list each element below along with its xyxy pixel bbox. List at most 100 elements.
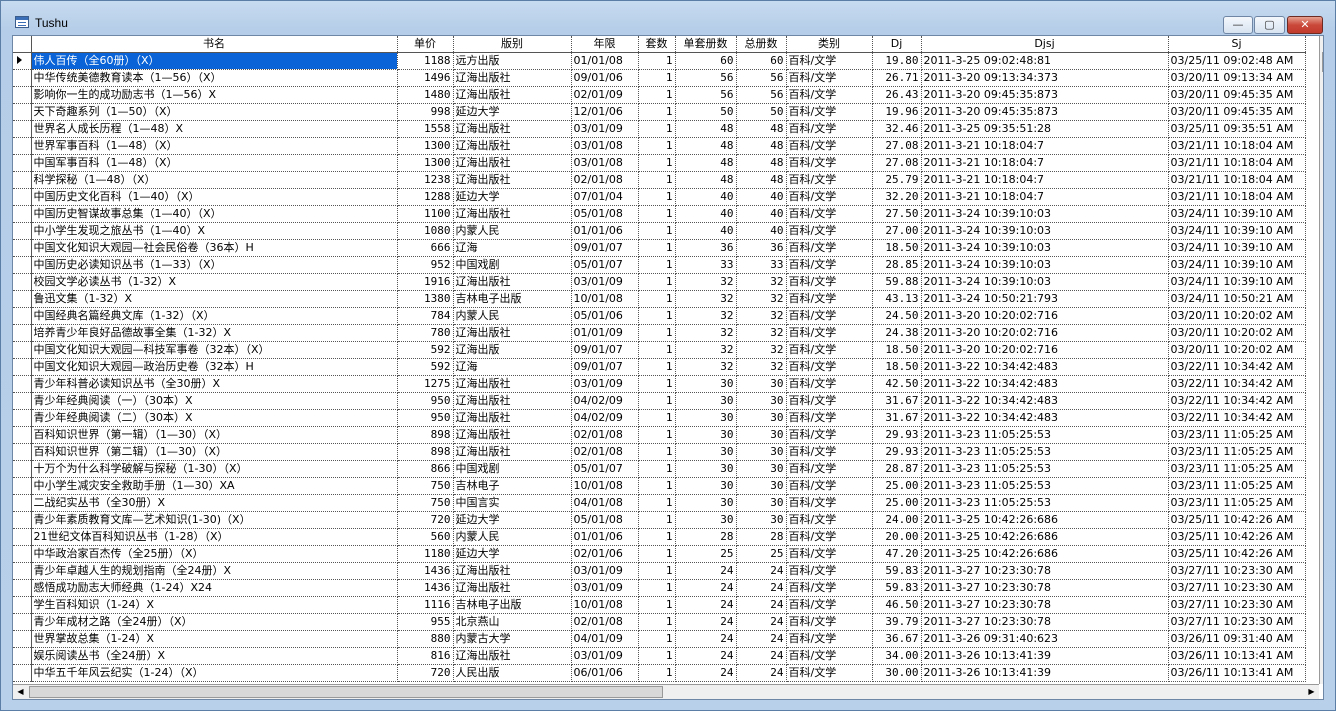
- row-indicator[interactable]: [13, 103, 32, 121]
- table-cell[interactable]: 32.20: [872, 188, 922, 206]
- table-cell[interactable]: 辽海出版社: [453, 562, 572, 580]
- table-row[interactable]: 百科知识世界（第一辑）（1—30）（X） 898 辽海出版社 02/01/08 1 30 3…: [13, 426, 1306, 444]
- table-cell[interactable]: 03/21/11 10:18:04 AM: [1168, 137, 1306, 155]
- table-cell[interactable]: 24: [675, 596, 737, 614]
- table-cell[interactable]: 人民出版: [453, 664, 572, 682]
- table-cell[interactable]: 04/01/08: [571, 494, 639, 512]
- table-cell[interactable]: 学生百科知识（1-24）X: [31, 596, 398, 614]
- table-cell[interactable]: 2011-3-24 10:50:21:793: [921, 290, 1169, 308]
- row-indicator[interactable]: [13, 52, 32, 70]
- table-cell[interactable]: 30: [736, 426, 787, 444]
- table-cell[interactable]: 59.83: [872, 579, 922, 597]
- table-cell[interactable]: 2011-3-25 10:42:26:686: [921, 545, 1169, 563]
- table-cell[interactable]: 青少年素质教育文库—艺术知识(1-30)（X）: [31, 511, 398, 529]
- table-cell[interactable]: 百科/文学: [786, 120, 873, 138]
- table-cell[interactable]: 03/22/11 10:34:42 AM: [1168, 358, 1306, 376]
- table-cell[interactable]: 880: [397, 630, 454, 648]
- table-cell[interactable]: 48: [736, 137, 787, 155]
- maximize-button[interactable]: ▢: [1254, 16, 1285, 34]
- table-cell[interactable]: 955: [397, 613, 454, 631]
- table-cell[interactable]: 24.38: [872, 324, 922, 342]
- table-cell[interactable]: 1: [638, 596, 676, 614]
- table-cell[interactable]: 19.80: [872, 52, 922, 70]
- table-cell[interactable]: 60: [736, 52, 787, 70]
- row-indicator[interactable]: [13, 341, 32, 359]
- table-cell[interactable]: 39.79: [872, 613, 922, 631]
- table-row[interactable]: 影响你一生的成功励志书（1—56）X 1480 辽海出版社 02/01/09 1 56 56…: [13, 86, 1306, 104]
- table-cell[interactable]: 2011-3-27 10:23:30:78: [921, 562, 1169, 580]
- table-cell[interactable]: 03/25/11 10:42:26 AM: [1168, 528, 1306, 546]
- table-cell[interactable]: 32: [736, 273, 787, 291]
- table-cell[interactable]: 28: [675, 528, 737, 546]
- table-cell[interactable]: 03/25/11 09:35:51 AM: [1168, 120, 1306, 138]
- table-cell[interactable]: 百科/文学: [786, 579, 873, 597]
- table-cell[interactable]: 56: [675, 86, 737, 104]
- table-cell[interactable]: 中小学生减灾安全救助手册（1—30）XA: [31, 477, 398, 495]
- table-cell[interactable]: 世界掌故总集（1-24）X: [31, 630, 398, 648]
- table-cell[interactable]: 1: [638, 188, 676, 206]
- table-cell[interactable]: 百科/文学: [786, 86, 873, 104]
- table-cell[interactable]: 百科/文学: [786, 324, 873, 342]
- row-indicator[interactable]: [13, 409, 32, 427]
- table-row[interactable]: 21世纪文体百科知识丛书（1-28）（X） 560 内蒙人民 01/01/06 1 28 2…: [13, 528, 1306, 546]
- table-cell[interactable]: 百科/文学: [786, 494, 873, 512]
- table-cell[interactable]: 辽海出版社: [453, 375, 572, 393]
- table-cell[interactable]: 03/24/11 10:39:10 AM: [1168, 222, 1306, 240]
- table-cell[interactable]: 03/01/09: [571, 562, 639, 580]
- table-cell[interactable]: 中国经典名篇经典文库（1-32）（X）: [31, 307, 398, 325]
- table-row[interactable]: 中国历史必读知识丛书（1—33）（X） 952 中国戏剧 05/01/07 1 33 33 百…: [13, 256, 1306, 274]
- table-cell[interactable]: 03/24/11 10:50:21 AM: [1168, 290, 1306, 308]
- table-cell[interactable]: 远方出版: [453, 52, 572, 70]
- table-cell[interactable]: 24: [675, 579, 737, 597]
- row-indicator[interactable]: [13, 664, 32, 682]
- table-cell[interactable]: 1300: [397, 154, 454, 172]
- table-cell[interactable]: 2011-3-21 10:18:04:7: [921, 154, 1169, 172]
- table-cell[interactable]: 1: [638, 171, 676, 189]
- table-cell[interactable]: 2011-3-20 09:45:35:873: [921, 86, 1169, 104]
- table-cell[interactable]: 50: [736, 103, 787, 121]
- row-indicator[interactable]: [13, 647, 32, 665]
- table-cell[interactable]: 25: [736, 545, 787, 563]
- table-cell[interactable]: 1: [638, 154, 676, 172]
- table-cell[interactable]: 辽海: [453, 358, 572, 376]
- table-cell[interactable]: 29.93: [872, 443, 922, 461]
- table-cell[interactable]: 30: [736, 477, 787, 495]
- table-cell[interactable]: 03/25/11 10:42:26 AM: [1168, 511, 1306, 529]
- table-cell[interactable]: 950: [397, 409, 454, 427]
- table-cell[interactable]: 1: [638, 103, 676, 121]
- table-cell[interactable]: 05/01/07: [571, 460, 639, 478]
- table-cell[interactable]: 百科知识世界（第一辑）（1—30）（X）: [31, 426, 398, 444]
- table-cell[interactable]: 01/01/06: [571, 222, 639, 240]
- table-cell[interactable]: 百科/文学: [786, 290, 873, 308]
- table-cell[interactable]: 百科/文学: [786, 630, 873, 648]
- table-cell[interactable]: 30: [675, 375, 737, 393]
- table-cell[interactable]: 750: [397, 477, 454, 495]
- table-cell[interactable]: 世界名人成长历程（1—48）X: [31, 120, 398, 138]
- table-cell[interactable]: 百科/文学: [786, 52, 873, 70]
- table-cell[interactable]: 40: [675, 222, 737, 240]
- table-cell[interactable]: 898: [397, 426, 454, 444]
- table-cell[interactable]: 2011-3-21 10:18:04:7: [921, 188, 1169, 206]
- table-cell[interactable]: 56: [736, 69, 787, 87]
- table-cell[interactable]: 2011-3-24 10:39:10:03: [921, 205, 1169, 223]
- table-row[interactable]: 娱乐阅读丛书（全24册）X 816 辽海出版社 03/01/09 1 24 24 百科/文学 3…: [13, 647, 1306, 665]
- table-cell[interactable]: 青少年经典阅读（二）（30本）X: [31, 409, 398, 427]
- row-indicator[interactable]: [13, 137, 32, 155]
- table-row[interactable]: 百科知识世界（第二辑）（1—30）（X） 898 辽海出版社 02/01/08 1 30 3…: [13, 443, 1306, 461]
- table-cell[interactable]: 1: [638, 307, 676, 325]
- table-cell[interactable]: 百科/文学: [786, 545, 873, 563]
- table-cell[interactable]: 27.00: [872, 222, 922, 240]
- table-cell[interactable]: 百科/文学: [786, 409, 873, 427]
- table-cell[interactable]: 2011-3-21 10:18:04:7: [921, 171, 1169, 189]
- table-cell[interactable]: 百科/文学: [786, 171, 873, 189]
- table-cell[interactable]: 32: [675, 307, 737, 325]
- row-indicator[interactable]: [13, 358, 32, 376]
- table-cell[interactable]: 03/21/11 10:18:04 AM: [1168, 188, 1306, 206]
- table-cell[interactable]: 30: [736, 392, 787, 410]
- table-cell[interactable]: 辽海出版社: [453, 647, 572, 665]
- table-cell[interactable]: 33: [675, 256, 737, 274]
- vertical-scroll-thumb[interactable]: [1322, 52, 1323, 72]
- table-cell[interactable]: 辽海出版社: [453, 443, 572, 461]
- table-cell[interactable]: 592: [397, 358, 454, 376]
- horizontal-scroll-thumb[interactable]: [29, 686, 663, 698]
